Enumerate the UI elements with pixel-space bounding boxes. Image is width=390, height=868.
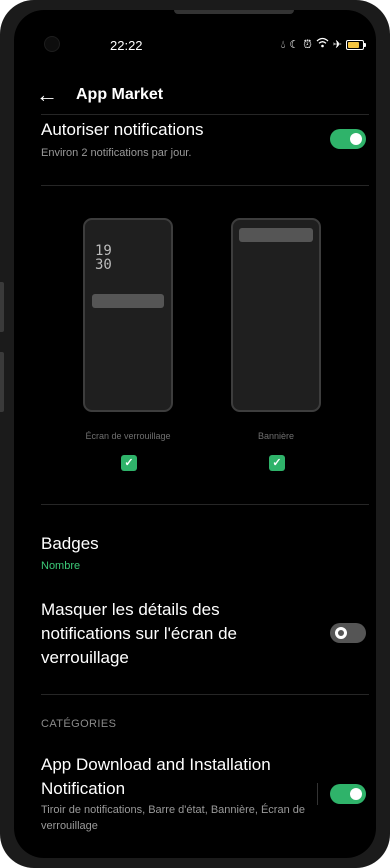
section-divider — [41, 694, 369, 695]
hide-details-title: Masquer les détails des notifications su… — [41, 600, 238, 667]
category-item-subtitle: Tiroir de notifications, Barre d'état, B… — [41, 804, 305, 832]
arrow-left-icon[interactable]: ← — [36, 84, 58, 106]
battery-icon — [346, 39, 366, 50]
phone-frame: 22:22 💧︎ ☾ ⏰︎ ✈︎ ← App Market Autoriser … — [0, 0, 390, 868]
section-divider — [41, 504, 369, 505]
banner-checkbox[interactable]: ✓ — [269, 455, 285, 471]
lockscreen-checkbox[interactable]: ✓ — [121, 455, 137, 471]
vertical-separator — [317, 783, 318, 805]
page-title: App Market — [76, 86, 164, 103]
banner-preview-label: Bannière — [257, 431, 295, 441]
status-time: 22:22 — [110, 38, 143, 53]
banner-notification-bar — [239, 228, 313, 242]
volume-button — [0, 282, 4, 332]
allow-notifications-subtitle: Environ 2 notifications par jour. — [41, 147, 192, 159]
header-divider — [41, 114, 369, 115]
wifi-icon — [316, 37, 329, 52]
section-divider — [41, 185, 369, 186]
allow-notifications-title: Autoriser notifications — [41, 120, 204, 139]
screen: 22:22 💧︎ ☾ ⏰︎ ✈︎ ← App Market Autoriser … — [14, 10, 376, 858]
drop-icon: 💧︎ — [280, 38, 286, 51]
lockscreen-clock: 19 30 — [95, 244, 112, 272]
badges-title: Badges — [41, 534, 99, 553]
categories-header: CATÉGORIES — [41, 718, 117, 730]
front-camera — [44, 36, 60, 52]
power-button — [0, 352, 4, 412]
earpiece-speaker — [174, 10, 294, 14]
hide-details-toggle[interactable] — [330, 623, 366, 643]
alarm-icon: ⏰︎ — [303, 38, 312, 51]
banner-preview[interactable] — [231, 218, 321, 412]
lockscreen-preview[interactable]: 19 30 — [83, 218, 173, 412]
lockscreen-clock-hour: 19 — [95, 243, 112, 259]
airplane-icon: ✈︎ — [332, 38, 342, 51]
lockscreen-clock-minute: 30 — [95, 257, 112, 273]
badges-value: Nombre — [41, 560, 81, 572]
moon-icon: ☾ — [289, 38, 300, 51]
status-icons: 💧︎ ☾ ⏰︎ ✈︎ — [280, 37, 366, 52]
category-item-title: App Download and Installation Notificati… — [41, 755, 271, 798]
lockscreen-preview-label: Écran de verrouillage — [85, 431, 171, 441]
toggle-knob — [350, 788, 362, 800]
toggle-knob — [350, 133, 362, 145]
category-item-toggle[interactable] — [330, 784, 366, 804]
allow-notifications-toggle[interactable] — [330, 129, 366, 149]
lockscreen-notification-bar — [92, 294, 164, 308]
toggle-knob — [335, 627, 347, 639]
app-header: ← App Market — [14, 82, 376, 114]
